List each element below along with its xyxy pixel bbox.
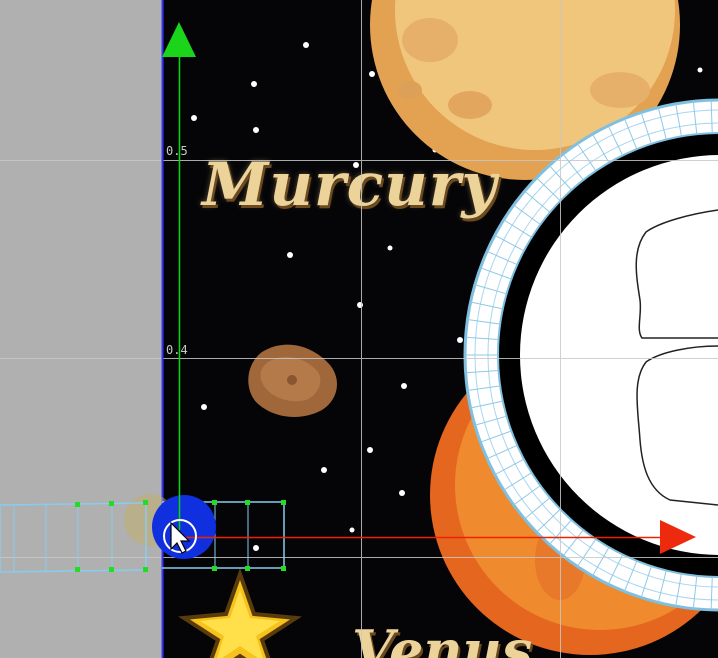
x-arrow-icon: [660, 520, 696, 554]
selected-sprite-rect[interactable]: [0, 494, 285, 573]
grid-lines: [0, 0, 718, 658]
scene-viewport[interactable]: Murcury Venus 0.5 0.4: [0, 0, 718, 658]
grid-label-y-0-4: 0.4: [166, 343, 188, 357]
grid-label-y-0-5: 0.5: [166, 144, 188, 158]
editor-overlay: [0, 0, 718, 658]
y-arrow-icon: [162, 22, 196, 57]
x-axis-gizmo[interactable]: [186, 520, 696, 554]
y-axis-gizmo[interactable]: [162, 22, 196, 530]
